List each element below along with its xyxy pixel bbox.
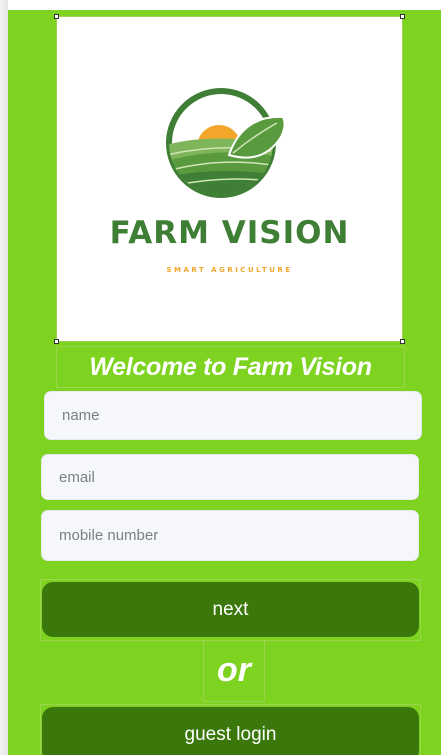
welcome-heading: Welcome to Farm Vision: [89, 353, 372, 381]
resize-handle-bottom-right[interactable]: [400, 339, 405, 344]
or-text: or: [217, 651, 251, 689]
window-edge: [0, 0, 8, 755]
resize-handle-top-right[interactable]: [400, 14, 405, 19]
resize-handle-bottom-left[interactable]: [54, 339, 59, 344]
or-separator: or: [203, 640, 265, 702]
mobile-number-input[interactable]: mobile number: [41, 510, 419, 561]
welcome-container: Welcome to Farm Vision: [56, 346, 405, 388]
resize-handle-top-left[interactable]: [54, 14, 59, 19]
guest-login-button[interactable]: guest login: [42, 707, 419, 755]
app-screen: FARM VISION SMART AGRICULTURE Welcome to…: [8, 10, 441, 755]
brand-tagline: SMART AGRICULTURE: [166, 266, 293, 274]
brand-name: FARM VISION: [109, 215, 350, 251]
farm-field-sun-leaf-icon: [166, 88, 286, 198]
email-input[interactable]: email: [41, 454, 419, 500]
name-input[interactable]: name: [44, 391, 422, 440]
next-button[interactable]: next: [42, 582, 419, 637]
logo-image: FARM VISION SMART AGRICULTURE: [54, 14, 405, 344]
